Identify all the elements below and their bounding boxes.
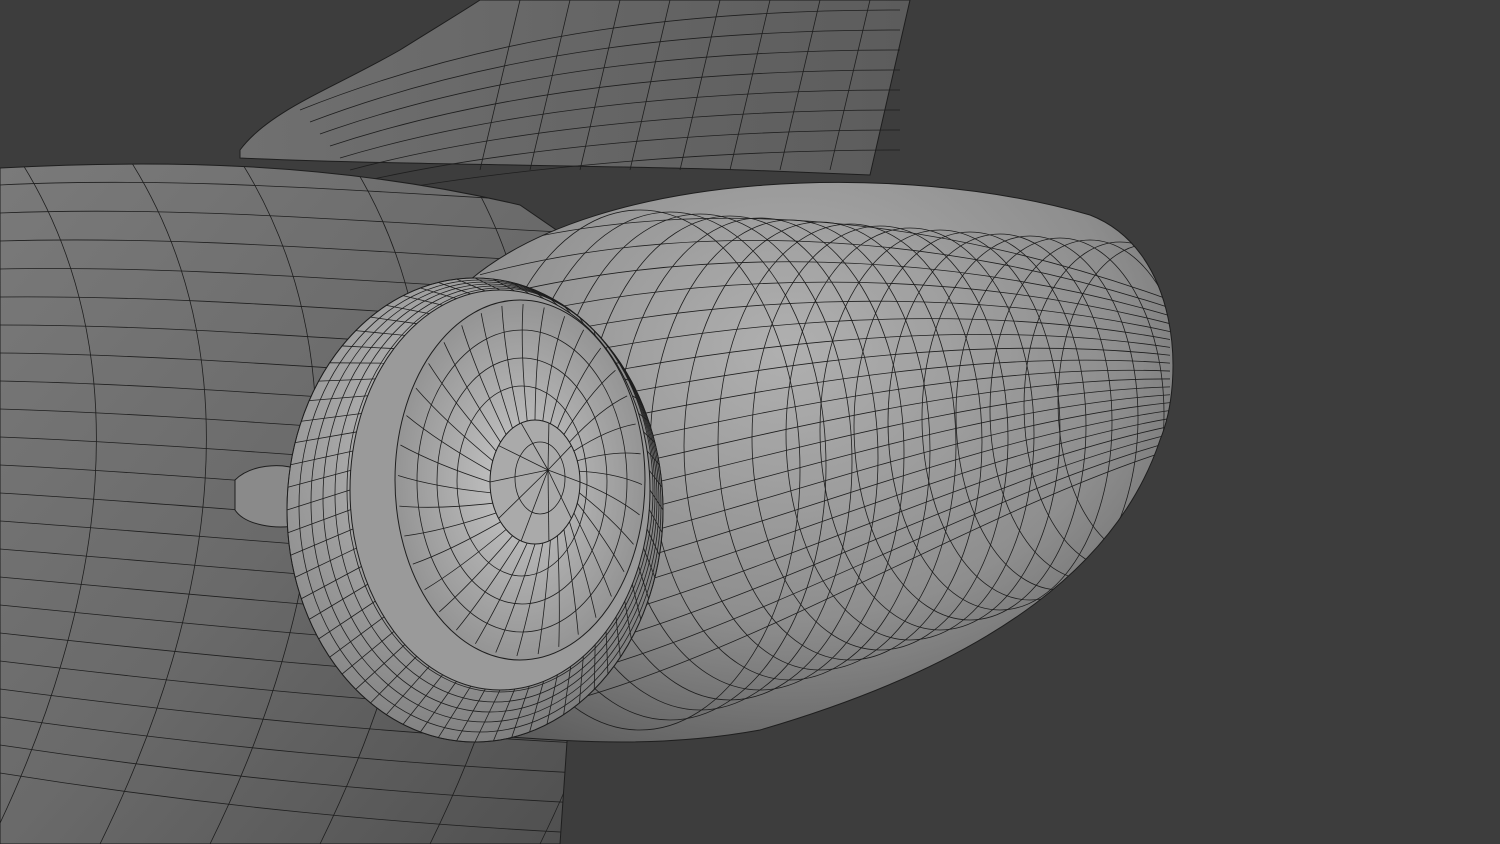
spinner-cone — [489, 419, 581, 545]
3d-viewport[interactable] — [0, 0, 1500, 844]
